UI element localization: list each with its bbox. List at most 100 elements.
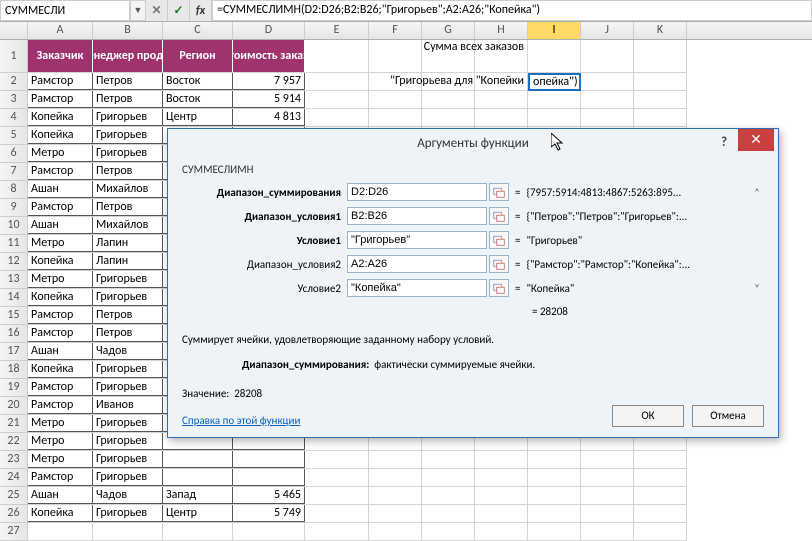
cell[interactable]: Рамстор xyxy=(28,91,93,108)
cell[interactable] xyxy=(581,40,634,72)
column-header-D[interactable]: D xyxy=(233,22,305,39)
cell[interactable]: Иванов xyxy=(93,397,163,414)
row-header-10[interactable]: 10 xyxy=(0,217,28,235)
column-header-F[interactable]: F xyxy=(369,22,422,39)
range-picker-icon[interactable] xyxy=(489,255,509,273)
row-header-19[interactable]: 19 xyxy=(0,379,28,397)
column-header-H[interactable]: H xyxy=(475,22,528,39)
cell[interactable] xyxy=(163,523,233,540)
cell[interactable]: Ашан xyxy=(28,181,93,198)
cell[interactable] xyxy=(634,469,687,486)
cell[interactable]: Метро xyxy=(28,433,93,450)
row-header-11[interactable]: 11 xyxy=(0,235,28,253)
column-header-A[interactable]: A xyxy=(28,22,93,39)
cell[interactable]: Петров xyxy=(93,307,163,324)
cell[interactable]: Метро xyxy=(28,415,93,432)
cell[interactable] xyxy=(305,469,369,486)
cell[interactable] xyxy=(528,91,581,108)
range-picker-icon[interactable] xyxy=(489,231,509,249)
cell[interactable] xyxy=(581,505,634,522)
cell[interactable] xyxy=(233,451,305,468)
cell[interactable]: Сумма всех заказов xyxy=(475,40,528,72)
cell[interactable] xyxy=(634,73,687,90)
formula-input[interactable]: =СУММЕСЛИМН(D2:D26;B2:B26;"Григорьев";A2… xyxy=(212,0,812,21)
cell[interactable]: Центр xyxy=(163,505,233,522)
cell[interactable] xyxy=(369,40,422,72)
cell[interactable]: Рамстор xyxy=(28,379,93,396)
arg-input[interactable] xyxy=(347,231,487,249)
cell[interactable] xyxy=(305,505,369,522)
cell[interactable]: Рамстор xyxy=(28,163,93,180)
cell[interactable]: Петров xyxy=(93,199,163,216)
cell[interactable] xyxy=(369,451,422,468)
cell[interactable] xyxy=(305,451,369,468)
cell[interactable] xyxy=(528,469,581,486)
cell[interactable]: Григорьев xyxy=(93,289,163,306)
row-header-2[interactable]: 2 xyxy=(0,73,28,91)
cell[interactable] xyxy=(305,40,369,72)
arg-input[interactable] xyxy=(347,255,487,273)
cell[interactable]: Григорьев xyxy=(93,145,163,162)
cell[interactable]: Копейка xyxy=(28,127,93,144)
dialog-close-button[interactable]: ✕ xyxy=(738,129,774,151)
cell[interactable]: Чадов xyxy=(93,343,163,360)
cell[interactable]: Лапин xyxy=(93,253,163,270)
cell[interactable]: Григорьев xyxy=(93,379,163,396)
cell[interactable]: Григорьев xyxy=(93,451,163,468)
cell[interactable]: 7 957 xyxy=(233,73,305,90)
fx-icon[interactable]: fx xyxy=(190,0,212,21)
cell[interactable] xyxy=(369,91,422,108)
cell[interactable] xyxy=(422,487,475,504)
cell[interactable]: Петров xyxy=(93,91,163,108)
cell[interactable]: Метро xyxy=(28,271,93,288)
cell[interactable]: Метро xyxy=(28,235,93,252)
cell[interactable] xyxy=(581,73,634,90)
cell[interactable] xyxy=(528,523,581,540)
row-header-3[interactable]: 3 xyxy=(0,91,28,109)
cell[interactable] xyxy=(581,451,634,468)
select-all-corner[interactable] xyxy=(0,22,28,39)
row-header-27[interactable]: 27 xyxy=(0,523,28,541)
cell[interactable] xyxy=(634,91,687,108)
cell[interactable] xyxy=(369,109,422,126)
cell[interactable] xyxy=(305,487,369,504)
cell[interactable]: Григорьева для "Копейки" xyxy=(475,73,528,90)
cell[interactable]: Восток xyxy=(163,91,233,108)
arg-input[interactable] xyxy=(347,279,487,297)
cell[interactable]: Копейка xyxy=(28,289,93,306)
row-header-8[interactable]: 8 xyxy=(0,181,28,199)
cell[interactable]: 5 465 xyxy=(233,487,305,504)
row-header-14[interactable]: 14 xyxy=(0,289,28,307)
cell[interactable]: Григорьев xyxy=(93,469,163,486)
cell[interactable] xyxy=(422,505,475,522)
cell[interactable]: Рамстор xyxy=(28,469,93,486)
cell[interactable]: Центр xyxy=(163,109,233,126)
range-picker-icon[interactable] xyxy=(489,279,509,297)
row-header-1[interactable]: 1 xyxy=(0,40,28,73)
column-header-J[interactable]: J xyxy=(581,22,634,39)
cell[interactable] xyxy=(93,523,163,540)
cell[interactable] xyxy=(528,40,581,72)
cell[interactable]: Рамстор xyxy=(28,325,93,342)
cancel-button[interactable]: Отмена xyxy=(692,405,764,427)
cell[interactable]: Копейка xyxy=(28,253,93,270)
cell[interactable]: Михайлов xyxy=(93,217,163,234)
cell[interactable]: Григорьев xyxy=(93,433,163,450)
cell[interactable] xyxy=(369,487,422,504)
help-link[interactable]: Справка по этой функции xyxy=(182,414,300,427)
cell[interactable] xyxy=(528,487,581,504)
cell[interactable]: Григорьев xyxy=(93,505,163,522)
cell[interactable] xyxy=(233,523,305,540)
row-header-6[interactable]: 6 xyxy=(0,145,28,163)
row-header-16[interactable]: 16 xyxy=(0,325,28,343)
range-picker-icon[interactable] xyxy=(489,207,509,225)
name-box[interactable]: СУММЕСЛИ xyxy=(0,0,130,21)
arg-input[interactable] xyxy=(347,183,487,201)
column-header-C[interactable]: C xyxy=(163,22,233,39)
cell[interactable] xyxy=(422,91,475,108)
cell[interactable] xyxy=(475,451,528,468)
cell[interactable] xyxy=(528,109,581,126)
formula-cancel-icon[interactable]: ✕ xyxy=(146,0,168,21)
row-header-18[interactable]: 18 xyxy=(0,361,28,379)
cell[interactable] xyxy=(581,487,634,504)
